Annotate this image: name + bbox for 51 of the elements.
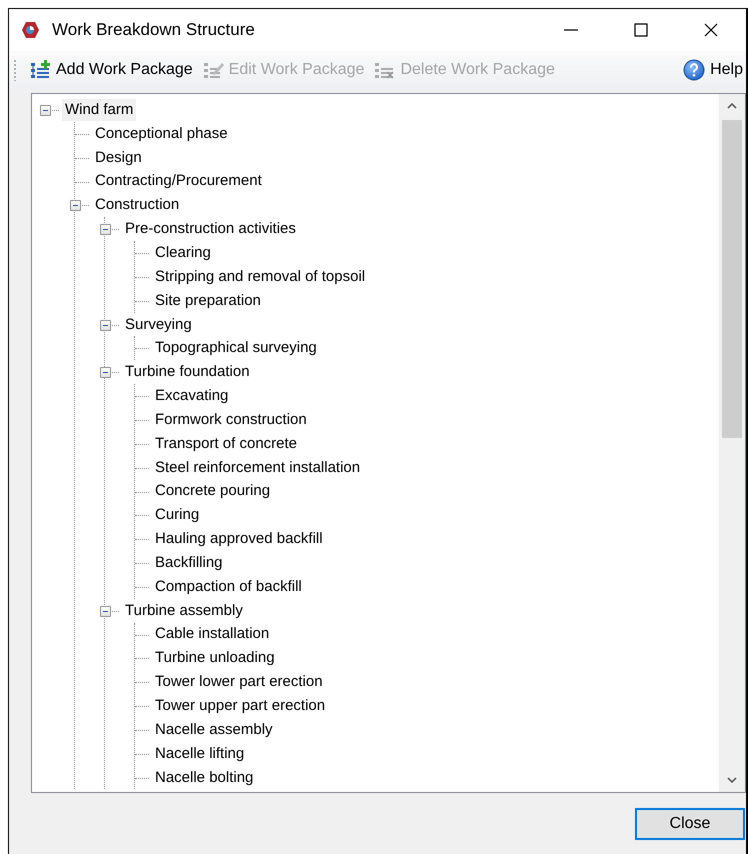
window-title: Work Breakdown Structure	[52, 20, 256, 40]
collapse-toggle[interactable]	[100, 606, 111, 617]
collapse-toggle[interactable]	[100, 367, 111, 378]
scroll-down-icon	[727, 776, 737, 784]
tree-item[interactable]: Formwork construction	[152, 408, 310, 431]
tree-item[interactable]: Curing	[152, 504, 202, 526]
tree-item[interactable]: Wind farm	[62, 98, 136, 121]
tree-item[interactable]: Tower upper part erection	[152, 695, 328, 718]
collapse-toggle[interactable]	[100, 320, 111, 331]
maximize-icon	[633, 22, 649, 38]
tree-item[interactable]: Pre-construction activities	[122, 218, 299, 240]
tree-item[interactable]: Concrete pouring	[152, 480, 274, 502]
tree-item[interactable]: Contracting/Procurement	[92, 170, 265, 192]
delete-list-icon	[373, 60, 396, 80]
collapse-toggle[interactable]	[100, 224, 111, 236]
edit-list-icon	[202, 60, 224, 80]
tree-item[interactable]: Turbine unloading	[152, 647, 278, 670]
tree-item[interactable]: Topographical surveying	[152, 337, 320, 360]
app-logo-icon	[21, 21, 40, 39]
tree-item[interactable]: Turbine assembly	[122, 600, 246, 622]
add-list-icon	[29, 60, 51, 80]
tree-item[interactable]: Nacelle bolting	[152, 766, 256, 789]
collapse-toggle[interactable]	[70, 200, 81, 212]
tree-item[interactable]: Design	[92, 146, 145, 169]
scrollbar-thumb[interactable]	[722, 120, 742, 438]
tree-item[interactable]: Transport of concrete	[152, 432, 300, 455]
tree-item[interactable]: Stripping and removal of topsoil	[152, 266, 368, 288]
tree-item[interactable]: Nacelle lifting	[152, 742, 248, 765]
close-dialog-button[interactable]: Close	[635, 808, 745, 840]
tree-item[interactable]: Tower lower part erection	[152, 671, 326, 694]
collapse-toggle[interactable]	[40, 105, 51, 116]
help-icon	[683, 59, 706, 81]
help-button[interactable]: Help	[680, 55, 746, 85]
tree-item[interactable]: Steel reinforcement installation	[152, 456, 364, 479]
tree-item[interactable]: Turbine foundation	[122, 361, 253, 384]
tree-item[interactable]: Excavating	[152, 385, 232, 408]
tree-item[interactable]: Site preparation	[152, 290, 264, 312]
close-icon	[703, 22, 719, 38]
vertical-scrollbar[interactable]	[719, 94, 745, 792]
add-work-package-button[interactable]: Add Work Package	[26, 55, 196, 85]
tree-item[interactable]: Nacelle assembly	[152, 718, 276, 741]
tree-item[interactable]: Cable installation	[152, 623, 272, 646]
tree-item[interactable]: Construction	[92, 194, 182, 216]
scroll-up-icon	[727, 102, 737, 110]
tree-item[interactable]: Clearing	[152, 242, 214, 264]
tree-item[interactable]: Conceptional phase	[92, 122, 231, 145]
minimize-icon	[564, 29, 578, 31]
tree-item[interactable]: Hauling approved backfill	[152, 528, 326, 550]
tree-item[interactable]: Surveying	[122, 314, 195, 336]
tree-item[interactable]: Backfilling	[152, 552, 226, 574]
tree-item[interactable]: Compaction of backfill	[152, 576, 305, 598]
